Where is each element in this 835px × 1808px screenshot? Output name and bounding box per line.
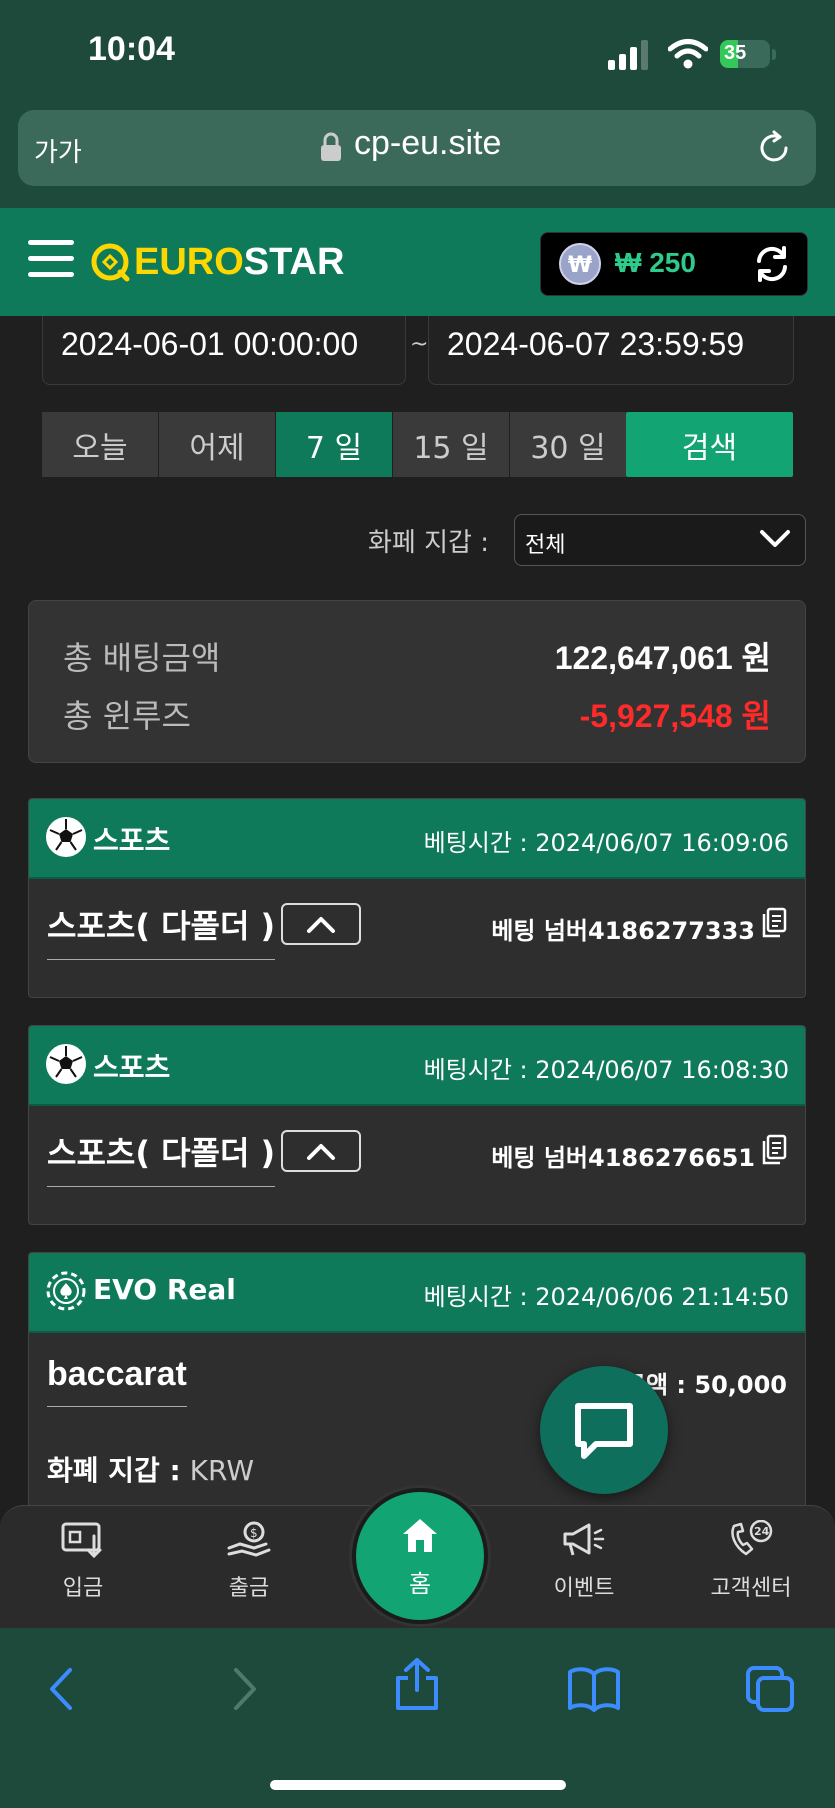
support-24-icon: 24	[731, 1520, 773, 1556]
date-to-input[interactable]: 2024-06-07 23:59:59	[428, 316, 794, 385]
wallet-filter-label: 화페 지갑 :	[368, 528, 489, 558]
nav-deposit[interactable]: 입금	[28, 1520, 138, 1602]
url-text[interactable]: cp-eu.site	[354, 124, 501, 163]
site-header: EURO STAR ₩ ₩ 250	[0, 208, 835, 316]
url-bar[interactable]: 가가 cp-eu.site	[18, 110, 816, 186]
deposit-icon	[61, 1522, 102, 1559]
period-yesterday-button[interactable]: 어제	[159, 412, 275, 477]
home-icon	[403, 1519, 437, 1552]
nav-support-label: 고객센터	[710, 1576, 792, 1601]
bet-number: 베팅 넘버4186276651	[491, 1144, 755, 1172]
chevron-up-icon	[307, 1144, 335, 1160]
browser-url-area: 가가 cp-eu.site	[0, 100, 835, 208]
nav-withdraw-label: 출금	[228, 1576, 270, 1601]
soccer-ball-icon	[46, 817, 86, 857]
chat-bubble-icon	[575, 1403, 633, 1459]
home-indicator	[270, 1780, 566, 1790]
chevron-up-icon	[307, 917, 335, 933]
total-bet-value: 122,647,061 원	[554, 640, 771, 676]
wallet-value: KRW	[189, 1454, 255, 1487]
period-30day-button[interactable]: 30 일	[510, 412, 626, 477]
logo-text-euro: EURO	[134, 240, 244, 283]
text-size-button[interactable]: 가가	[34, 132, 82, 169]
bookmarks-icon[interactable]	[566, 1664, 622, 1714]
chevron-down-icon	[760, 530, 790, 547]
lock-icon	[321, 132, 341, 161]
nav-home-button[interactable]: 홈	[352, 1488, 488, 1624]
nav-support[interactable]: 24 고객센터	[696, 1520, 806, 1602]
bet-type-title: 스포츠( 다폴더 )	[47, 901, 276, 960]
bet-category: 스포츠	[93, 824, 171, 857]
total-winloss-label: 총 윈루즈	[63, 697, 191, 735]
period-15day-button[interactable]: 15 일	[393, 412, 509, 477]
battery-icon: 35	[720, 40, 778, 70]
period-buttons: 오늘 어제 7 일 15 일 30 일	[42, 412, 627, 477]
expand-toggle-button[interactable]	[281, 1130, 361, 1172]
won-coin-icon: ₩	[559, 243, 601, 285]
nav-home-label: 홈	[408, 1570, 432, 1598]
logo-mark-icon	[91, 243, 130, 282]
forward-icon[interactable]	[226, 1664, 262, 1714]
site-logo[interactable]: EURO STAR	[90, 238, 344, 286]
wallet-select-value: 전체	[525, 533, 566, 558]
bet-card: 스포츠 베팅시간 : 2024/06/07 16:08:30 스포츠( 다폴더 …	[28, 1025, 806, 1225]
game-name: baccarat	[47, 1355, 187, 1407]
date-from-input[interactable]: 2024-06-01 00:00:00	[42, 316, 406, 385]
soccer-ball-icon	[46, 1044, 86, 1084]
refresh-balance-icon[interactable]	[753, 245, 791, 283]
reload-icon[interactable]	[756, 130, 792, 166]
period-7day-button[interactable]: 7 일	[276, 412, 392, 477]
period-today-button[interactable]: 오늘	[42, 412, 158, 477]
total-winloss-value: -5,927,548 원	[579, 698, 771, 734]
casino-chip-icon	[46, 1271, 86, 1311]
wallet-row: 화폐 지갑 : KRW	[47, 1449, 254, 1489]
svg-text:$: $	[250, 1526, 258, 1540]
wallet-select[interactable]: 전체	[514, 514, 806, 566]
bet-time: 베팅시간 : 2024/06/07 16:09:06	[423, 829, 789, 857]
status-bar: 10:04 35	[0, 0, 835, 100]
svg-text:24: 24	[754, 1525, 770, 1538]
nav-withdraw[interactable]: $ 출금	[194, 1520, 304, 1602]
back-icon[interactable]	[44, 1664, 80, 1714]
nav-deposit-label: 입금	[62, 1576, 104, 1601]
bet-category: EVO Real	[93, 1273, 236, 1306]
menu-icon[interactable]	[28, 240, 74, 282]
search-button[interactable]: 검색	[626, 412, 793, 477]
megaphone-icon	[563, 1523, 605, 1556]
bet-time: 베팅시간 : 2024/06/07 16:08:30	[423, 1056, 789, 1084]
tabs-icon[interactable]	[744, 1664, 796, 1714]
nav-event-label: 이벤트	[553, 1576, 615, 1601]
battery-level: 35	[724, 42, 747, 64]
bet-time: 베팅시간 : 2024/06/06 21:14:50	[423, 1283, 789, 1311]
bet-card-header: 스포츠 베팅시간 : 2024/06/07 16:09:06	[29, 799, 805, 879]
bet-summary: 총 배팅금액 122,647,061 원 총 윈루즈 -5,927,548 원	[28, 600, 806, 763]
signal-icon	[608, 40, 648, 70]
bet-type-title: 스포츠( 다폴더 )	[47, 1128, 276, 1187]
withdraw-icon: $	[227, 1521, 271, 1557]
share-icon[interactable]	[392, 1656, 442, 1712]
balance-box: ₩ ₩ 250	[540, 232, 808, 296]
total-bet-label: 총 배팅금액	[63, 639, 221, 677]
date-separator: ~	[410, 332, 429, 357]
balance-value: ₩ 250	[615, 247, 696, 278]
wallet-label: 화폐 지갑 :	[47, 1454, 181, 1487]
nav-event[interactable]: 이벤트	[529, 1520, 639, 1602]
live-chat-button[interactable]	[540, 1366, 668, 1494]
status-time: 10:04	[88, 30, 175, 68]
copy-icon[interactable]	[761, 907, 787, 939]
logo-text-star: STAR	[243, 240, 345, 283]
bet-card: 스포츠 베팅시간 : 2024/06/07 16:09:06 스포츠( 다폴더 …	[28, 798, 806, 998]
wifi-icon	[668, 39, 708, 69]
bet-card-header: 스포츠 베팅시간 : 2024/06/07 16:08:30	[29, 1026, 805, 1106]
expand-toggle-button[interactable]	[281, 903, 361, 945]
bet-number: 베팅 넘버4186277333	[491, 917, 755, 945]
bet-category: 스포츠	[93, 1051, 171, 1084]
bet-card-header: EVO Real 베팅시간 : 2024/06/06 21:14:50	[29, 1253, 805, 1333]
copy-icon[interactable]	[761, 1134, 787, 1166]
